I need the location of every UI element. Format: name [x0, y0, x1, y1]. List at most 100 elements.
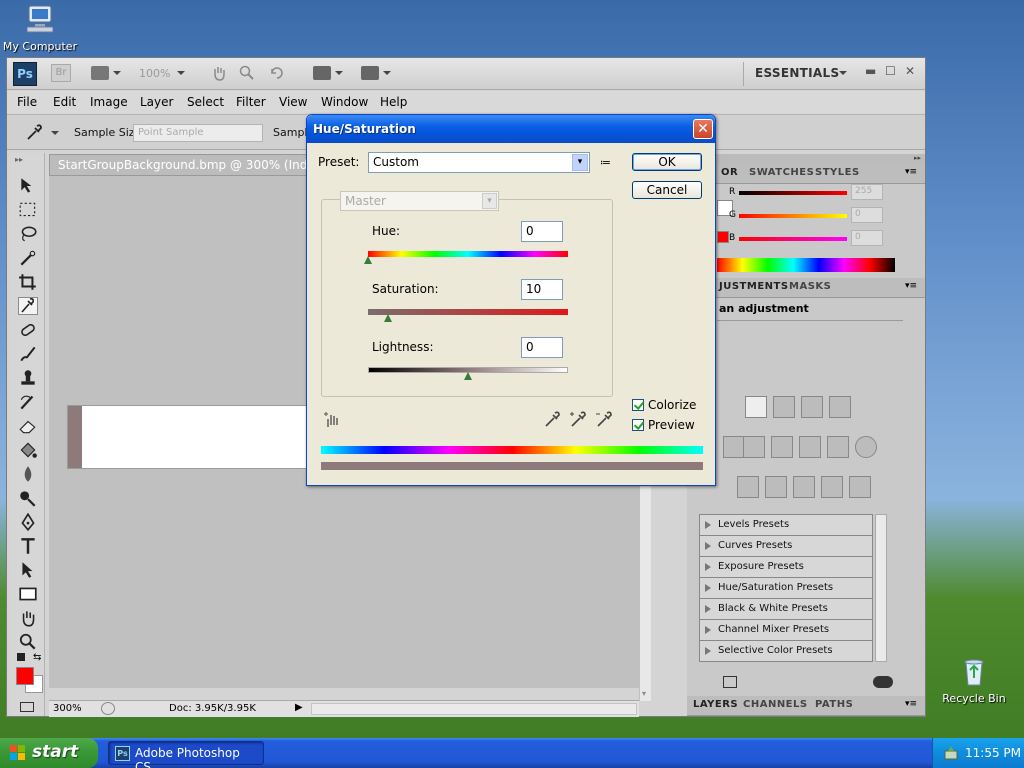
view-extras-icon[interactable] [91, 66, 109, 80]
hue-slider-thumb[interactable] [364, 256, 372, 264]
workspace-switcher[interactable]: ESSENTIALS [755, 66, 839, 80]
blur-tool-icon[interactable] [18, 465, 38, 483]
return-to-list-icon[interactable] [723, 676, 737, 688]
preset-levels[interactable]: Levels Presets [700, 515, 872, 536]
dock-collapse-icon[interactable]: ▸▸ [687, 154, 925, 164]
close-button[interactable]: ✕ [905, 64, 915, 78]
minimize-button[interactable]: ▬ [865, 64, 876, 78]
swap-colors-icon[interactable]: ⇆ [33, 652, 41, 663]
screen-mode-icon[interactable] [361, 66, 379, 80]
hand-tool-icon[interactable] [211, 65, 227, 81]
preset-select[interactable]: Custom ▾ [368, 152, 590, 173]
eyedropper-tool-icon[interactable] [25, 124, 43, 142]
collapse-icon[interactable]: ▸▸ [15, 155, 23, 164]
menu-file[interactable]: File [17, 95, 37, 109]
crop-tool-icon[interactable] [18, 273, 38, 291]
preset-selective-color[interactable]: Selective Color Presets [700, 641, 872, 662]
photo-filter-icon[interactable] [799, 436, 821, 458]
menu-window[interactable]: Window [321, 95, 368, 109]
levels-icon[interactable] [773, 396, 795, 418]
saturation-input[interactable]: 10 [521, 279, 563, 300]
rectangle-tool-icon[interactable] [18, 585, 38, 603]
rotate-view-icon[interactable] [269, 65, 285, 81]
selective-color-icon[interactable] [855, 436, 877, 458]
menu-image[interactable]: Image [90, 95, 128, 109]
magnifier-icon[interactable] [18, 633, 38, 651]
move-tool-icon[interactable] [18, 177, 38, 195]
safely-remove-hardware-icon[interactable] [943, 745, 959, 761]
panel-menu-icon[interactable]: ▾≡ [905, 699, 917, 709]
g-value[interactable]: 0 [851, 207, 883, 223]
channel-mixer-icon[interactable] [827, 436, 849, 458]
colorize-checkbox[interactable] [632, 399, 644, 411]
curves-icon[interactable] [801, 396, 823, 418]
panel-menu-icon[interactable]: ▾≡ [905, 281, 917, 291]
tab-channels[interactable]: CHANNELS [743, 699, 808, 710]
healing-brush-tool-icon[interactable] [18, 321, 38, 339]
tab-paths[interactable]: PATHS [815, 699, 853, 710]
dodge-tool-icon[interactable] [18, 489, 38, 507]
quick-selection-tool-icon[interactable] [18, 249, 38, 267]
color-ramp[interactable] [717, 258, 895, 272]
eraser-tool-icon[interactable] [18, 417, 38, 435]
preset-black-white[interactable]: Black & White Presets [700, 599, 872, 620]
saturation-slider[interactable] [368, 309, 568, 315]
quick-mask-icon[interactable] [20, 702, 34, 712]
tab-adjustments[interactable]: JUSTMENTS [719, 281, 789, 292]
view-previous-icon[interactable] [873, 676, 893, 688]
threshold-icon[interactable] [793, 476, 815, 498]
info-menu-icon[interactable] [101, 702, 115, 715]
menu-filter[interactable]: Filter [236, 95, 266, 109]
b-slider[interactable] [739, 237, 847, 241]
exposure-icon[interactable] [829, 396, 851, 418]
zoom-level[interactable]: 100% [139, 67, 170, 80]
recycle-bin-desktop-icon[interactable]: Recycle Bin [934, 656, 1014, 705]
menu-view[interactable]: View [279, 95, 307, 109]
brightness-icon[interactable] [745, 396, 767, 418]
default-colors-icon[interactable] [17, 653, 25, 661]
preview-checkbox[interactable] [632, 419, 644, 431]
menu-layer[interactable]: Layer [140, 95, 173, 109]
document-tab[interactable]: StartGroupBackground.bmp @ 300% (Index [49, 154, 309, 176]
menu-help[interactable]: Help [380, 95, 407, 109]
clock[interactable]: 11:55 PM [965, 746, 1021, 760]
preset-channel-mixer[interactable]: Channel Mixer Presets [700, 620, 872, 641]
r-slider[interactable] [739, 191, 847, 195]
dialog-close-button[interactable]: ✕ [693, 119, 713, 139]
color-balance-icon[interactable] [743, 436, 765, 458]
add-to-sample-eyedropper-icon[interactable] [569, 411, 587, 429]
saturation-slider-thumb[interactable] [384, 314, 392, 322]
menu-select[interactable]: Select [187, 95, 224, 109]
lasso-tool-icon[interactable] [18, 225, 38, 243]
maximize-button[interactable]: ☐ [885, 64, 896, 78]
status-zoom[interactable]: 300% [53, 703, 82, 714]
posterize-icon[interactable] [765, 476, 787, 498]
preset-exposure[interactable]: Exposure Presets [700, 557, 872, 578]
b-value[interactable]: 0 [851, 230, 883, 246]
preset-curves[interactable]: Curves Presets [700, 536, 872, 557]
dialog-title-bar[interactable]: Hue/Saturation ✕ [307, 115, 715, 143]
tab-masks[interactable]: MASKS [789, 281, 831, 292]
ok-button[interactable]: OK [632, 153, 702, 171]
preset-list-scrollbar[interactable] [875, 514, 887, 662]
tab-swatches[interactable]: SWATCHES [749, 167, 814, 178]
lightness-slider-thumb[interactable] [464, 372, 472, 380]
clone-stamp-tool-icon[interactable] [18, 369, 38, 387]
scroll-down-icon[interactable]: ▾ [642, 689, 646, 698]
targeted-adjustment-icon[interactable] [323, 411, 341, 429]
foreground-color-swatch[interactable] [16, 667, 34, 685]
tab-color[interactable]: OR [721, 167, 738, 178]
cancel-button[interactable]: Cancel [632, 181, 702, 199]
preset-options-icon[interactable]: ≔ [600, 156, 611, 169]
marquee-tool-icon[interactable] [18, 201, 38, 219]
tab-layers[interactable]: LAYERS [693, 699, 738, 710]
panel-menu-icon[interactable]: ▾≡ [905, 167, 917, 177]
start-button[interactable]: start [0, 738, 98, 768]
zoom-tool-icon[interactable] [239, 65, 255, 81]
tab-styles[interactable]: STYLES [815, 167, 860, 178]
type-tool-icon[interactable] [18, 537, 38, 555]
black-white-icon[interactable] [771, 436, 793, 458]
brush-tool-icon[interactable] [18, 345, 38, 363]
eyedropper-tool-button[interactable] [18, 297, 38, 315]
hue-saturation-icon[interactable] [723, 436, 745, 458]
